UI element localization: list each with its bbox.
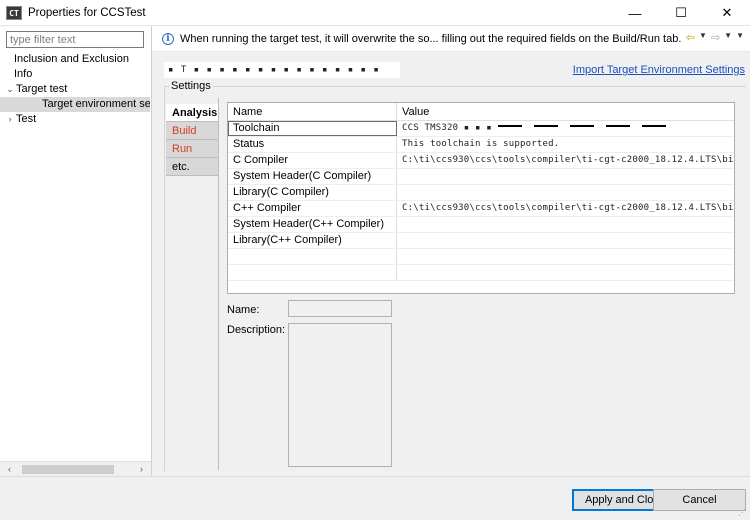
tree-item-test[interactable]: › Test [0, 112, 150, 127]
row-name: C++ Compiler [228, 201, 397, 216]
back-arrow-icon[interactable]: ⇦ [686, 31, 695, 44]
row-name: System Header(C++ Compiler) [228, 217, 397, 232]
forward-dropdown-icon[interactable]: ▼ [724, 31, 732, 44]
window-title: Properties for CCSTest [28, 6, 146, 19]
divider [497, 125, 522, 127]
divider [533, 125, 558, 127]
tree-item-label: Inclusion and Exclusion [14, 53, 129, 65]
info-bar: i When running the target test, it will … [152, 26, 750, 52]
app-icon: CT [6, 5, 22, 20]
row-value [397, 249, 734, 264]
view-menu-icon[interactable]: ▼ [736, 31, 744, 44]
resize-grip-icon[interactable]: ⋰ [738, 508, 748, 518]
back-dropdown-icon[interactable]: ▼ [699, 31, 707, 44]
table-row[interactable]: C++ Compiler C:\ti\ccs930\ccs\tools\comp… [228, 201, 734, 217]
row-name: Library(C Compiler) [228, 185, 397, 200]
name-label: Name: [227, 304, 260, 316]
tree-item-label: Info [14, 68, 33, 80]
row-value[interactable]: C:\ti\ccs930\ccs\tools\compiler\ti-cgt-c… [397, 153, 734, 168]
row-value[interactable]: C:\ti\ccs930\ccs\tools\compiler\ti-cgt-c… [397, 201, 734, 216]
settings-legend: Settings [169, 80, 213, 92]
table-row-empty [228, 265, 734, 281]
name-field[interactable] [288, 300, 392, 317]
horizontal-scrollbar[interactable]: ‹ › [0, 461, 151, 476]
tree-item-target-environment-settings[interactable]: Target environment set [0, 97, 150, 112]
filter-input[interactable] [6, 31, 144, 48]
chevron-down-icon[interactable]: ⌄ [4, 82, 16, 97]
table-header: Name Value [228, 103, 734, 121]
row-value[interactable] [397, 185, 734, 200]
target-name-field: ▪ T ▪ ▪ ▪ ▪ ▪ ▪ ▪ ▪ ▪ ▪ ▪ ▪ ▪ ▪ ▪ [164, 62, 400, 78]
info-message: When running the target test, it will ov… [180, 32, 682, 45]
description-field[interactable] [288, 323, 392, 467]
window-controls: — ☐ ✕ [612, 0, 750, 26]
property-tree: Inclusion and Exclusion Info ⌄ Target tes… [0, 52, 150, 127]
row-name: System Header(C Compiler) [228, 169, 397, 184]
table-row-empty [228, 249, 734, 265]
column-header-value[interactable]: Value [397, 103, 429, 120]
row-name: Toolchain [228, 121, 397, 136]
row-value[interactable] [397, 217, 734, 232]
tab-divider [218, 98, 219, 470]
info-icon: i [162, 32, 174, 45]
table-row[interactable]: C Compiler C:\ti\ccs930\ccs\tools\compil… [228, 153, 734, 169]
tab-analysis[interactable]: Analysis [166, 104, 218, 122]
divider [605, 125, 630, 127]
settings-tabs: Analysis Build Run etc. [166, 104, 218, 176]
row-name [228, 249, 397, 264]
table-row[interactable]: Library(C Compiler) [228, 185, 734, 201]
scroll-thumb[interactable] [22, 465, 114, 474]
title-bar: CT Properties for CCSTest — ☐ ✕ [0, 0, 750, 26]
cancel-button[interactable]: Cancel [653, 489, 746, 511]
tab-build[interactable]: Build [166, 122, 218, 140]
left-panel: Inclusion and Exclusion Info ⌄Target tes… [0, 26, 152, 476]
row-value [397, 265, 734, 280]
column-header-name[interactable]: Name [228, 103, 397, 120]
row-name: Status [228, 137, 397, 152]
import-settings-link[interactable]: Import Target Environment Settings [573, 64, 745, 76]
tab-etc[interactable]: etc. [166, 158, 218, 176]
table-row[interactable]: Toolchain CCS TMS320 ▪ ▪ ▪ [228, 121, 734, 137]
navigation-controls: ⇦ ▼ ⇨ ▼ ▼ [686, 31, 744, 44]
table-row[interactable]: Library(C++ Compiler) [228, 233, 734, 249]
row-name [228, 265, 397, 280]
tree-item-target-test[interactable]: ⌄ Target test [0, 82, 150, 97]
row-name: C Compiler [228, 153, 397, 168]
divider [569, 125, 594, 127]
tree-item-inclusion-exclusion[interactable]: Inclusion and Exclusion [0, 52, 150, 67]
close-button[interactable]: ✕ [704, 0, 750, 26]
maximize-button[interactable]: ☐ [658, 0, 704, 26]
divider [641, 125, 666, 127]
tab-run[interactable]: Run [166, 140, 218, 158]
tree-item-label: Target environment set [42, 98, 150, 110]
table-row[interactable]: Status This toolchain is supported. [228, 137, 734, 153]
tree-item-info[interactable]: Info [0, 67, 150, 82]
table-row[interactable]: System Header(C Compiler) [228, 169, 734, 185]
row-value-text: CCS TMS320 ▪ ▪ ▪ [402, 123, 492, 133]
row-value[interactable] [397, 233, 734, 248]
description-label: Description: [227, 324, 286, 336]
scroll-left-icon[interactable]: ‹ [2, 462, 17, 477]
table-row[interactable]: System Header(C++ Compiler) [228, 217, 734, 233]
settings-table: Name Value Toolchain CCS TMS320 ▪ ▪ ▪ St… [227, 102, 735, 294]
right-panel: i When running the target test, it will … [152, 26, 750, 476]
row-value[interactable] [397, 169, 734, 184]
row-value: This toolchain is supported. [402, 139, 560, 149]
minimize-button[interactable]: — [612, 0, 658, 26]
forward-arrow-icon[interactable]: ⇨ [711, 31, 720, 44]
row-value[interactable]: CCS TMS320 ▪ ▪ ▪ [397, 121, 734, 136]
scroll-right-icon[interactable]: › [134, 462, 149, 477]
tree-item-label: Target test [16, 83, 68, 95]
dialog-button-bar: Apply and Close Cancel ⋰ [0, 476, 750, 520]
tree-item-label: Test [16, 113, 37, 125]
chevron-right-icon[interactable]: › [4, 112, 16, 127]
row-name: Library(C++ Compiler) [228, 233, 397, 248]
